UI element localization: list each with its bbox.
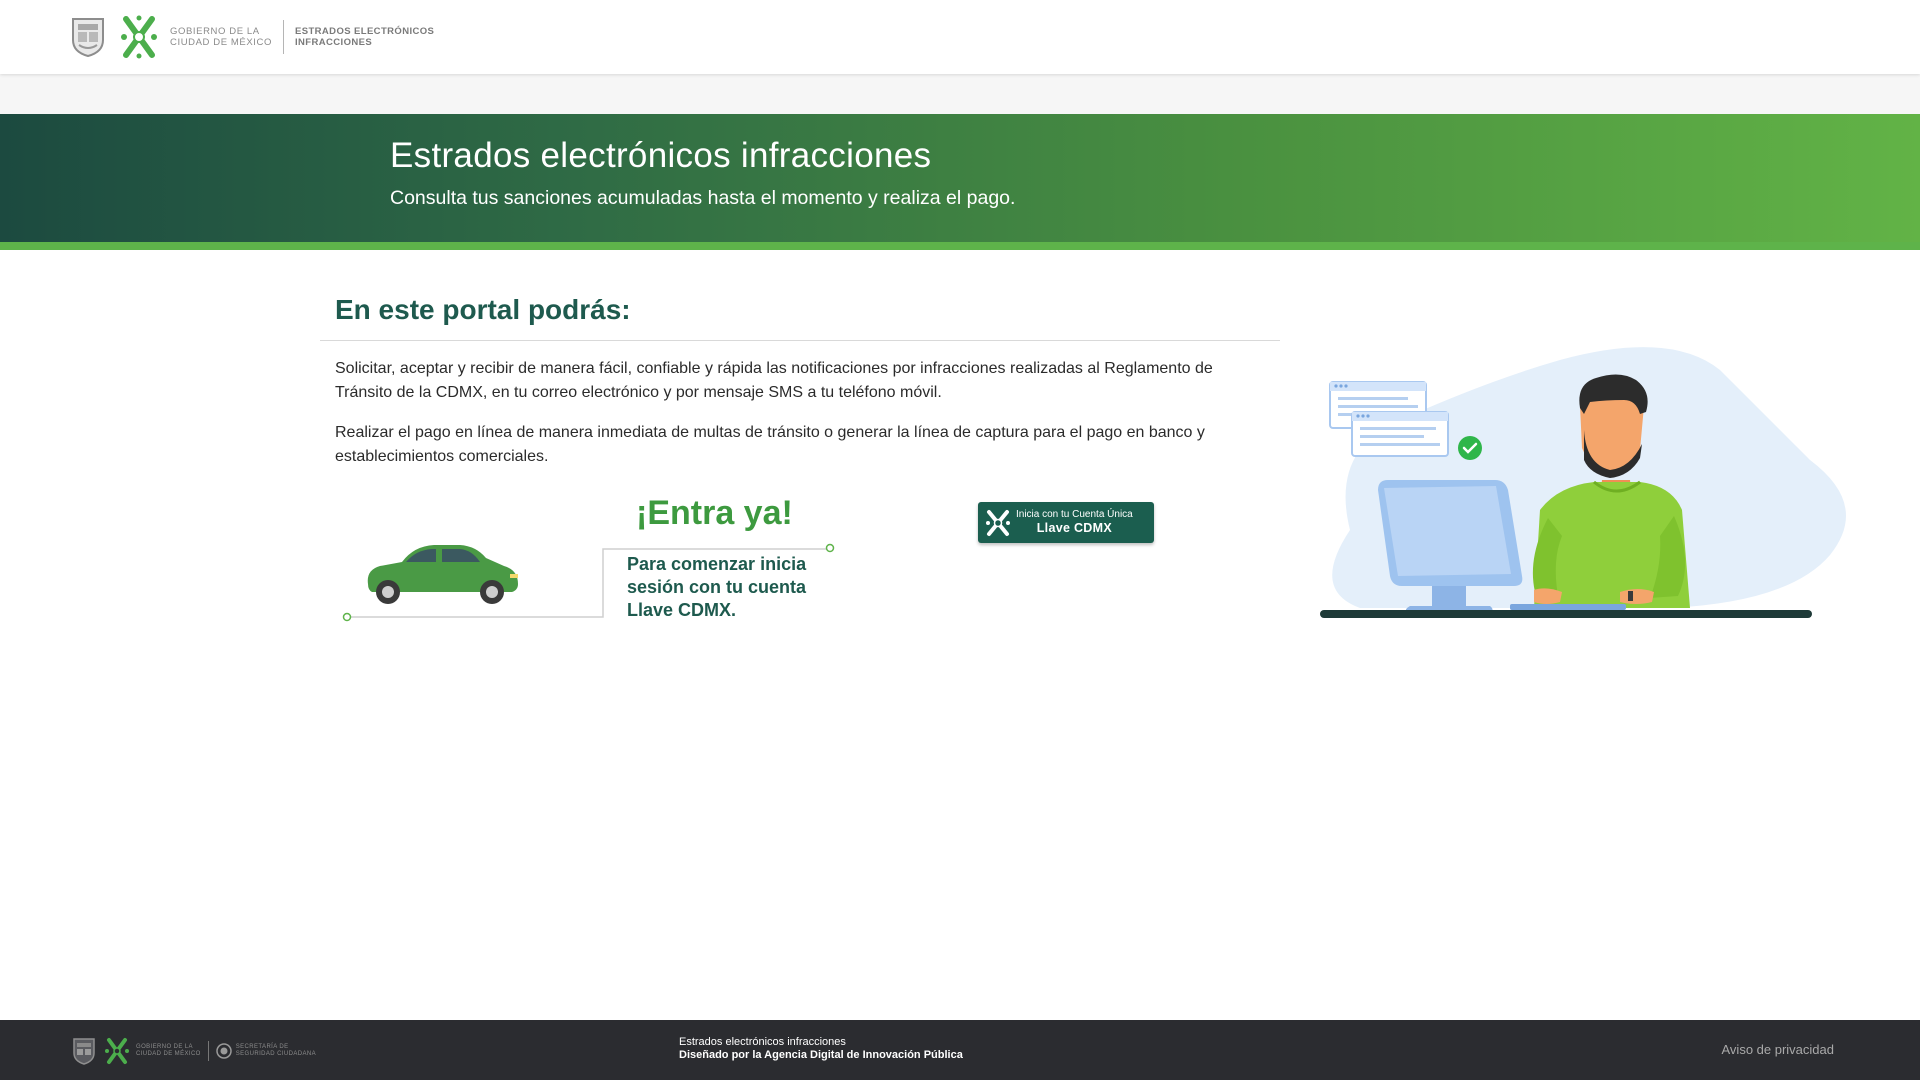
login-button-label: Inicia con tu Cuenta Única Llave CDMX <box>1016 509 1133 535</box>
hero-accent-line <box>0 242 1920 250</box>
call-to-action-note: Para comenzar inicia sesión con tu cuent… <box>627 554 807 620</box>
section-divider <box>320 340 1280 341</box>
footer-gov-name: GOBIERNO DE LA CIUDAD DE MÉXICO <box>136 1044 201 1057</box>
llave-cdmx-login-button[interactable]: Inicia con tu Cuenta Única Llave CDMX <box>978 502 1154 543</box>
page-subtitle: Consulta tus sanciones acumuladas hasta … <box>390 187 1016 209</box>
page-title: Estrados electrónicos infracciones <box>390 136 932 175</box>
header-brand[interactable]: GOBIERNO DE LA CIUDAD DE MÉXICO ESTRADOS… <box>70 13 434 61</box>
hero-banner: Estrados electrónicos infracciones Consu… <box>0 114 1920 242</box>
privacy-notice-link[interactable]: Aviso de privacidad <box>1722 1042 1835 1057</box>
seal-icon <box>216 1043 232 1059</box>
gov-name: GOBIERNO DE LA CIUDAD DE MÉXICO <box>170 26 272 48</box>
coat-of-arms-icon <box>72 18 104 58</box>
top-header: GOBIERNO DE LA CIUDAD DE MÉXICO ESTRADOS… <box>0 0 1920 74</box>
footer-brand: GOBIERNO DE LA CIUDAD DE MÉXICO SECRETAR… <box>72 1036 316 1066</box>
section-title: En este portal podrás: <box>335 294 631 325</box>
person-at-computer-illustration <box>1320 347 1846 618</box>
cdmx-logo-icon <box>121 15 157 59</box>
page-footer: GOBIERNO DE LA CIUDAD DE MÉXICO SECRETAR… <box>0 1020 1920 1080</box>
llave-logo-icon <box>986 509 1010 536</box>
coat-of-arms-icon <box>73 1038 95 1065</box>
footer-brand-divider <box>207 1041 209 1061</box>
footer-credits: Estrados electrónicos infracciones Diseñ… <box>679 1036 963 1061</box>
cdmx-logo-icon <box>105 1038 129 1064</box>
site-name: ESTRADOS ELECTRÓNICOS INFRACCIONES <box>294 26 435 48</box>
nav-strip <box>0 74 1920 114</box>
brand-divider <box>282 20 284 54</box>
footer-secretaria-name: SECRETARÍA DE SEGURIDAD CIUDADANA <box>235 1044 317 1057</box>
car-icon <box>367 545 518 604</box>
feature-paragraph-notifications: Solicitar, aceptar y recibir de manera f… <box>335 360 1213 401</box>
call-to-action-title: ¡Entra ya! <box>636 494 793 532</box>
feature-paragraph-payment: Realizar el pago en línea de manera inme… <box>335 424 1205 465</box>
